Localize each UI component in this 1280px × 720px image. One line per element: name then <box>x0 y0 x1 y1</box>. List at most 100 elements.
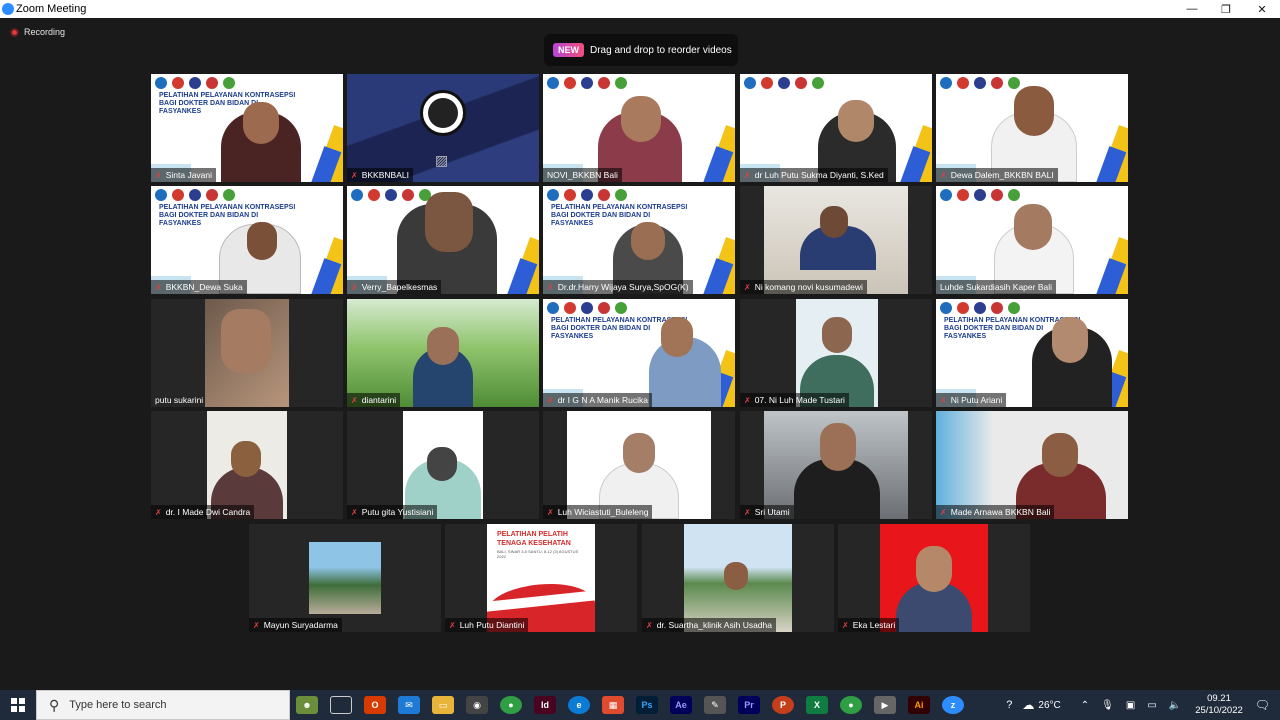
video-tile[interactable]: ✗ 07. Ni Luh Made Tustari <box>740 299 932 407</box>
poster-title: PELATIHAN PELATIH <box>497 531 568 538</box>
search-highlight-icon[interactable]: ☻ <box>296 696 318 714</box>
participant-name-tag: NOVI_BKKBN Bali <box>543 168 622 182</box>
video-tile[interactable]: ✗ Ni komang novi kusumadewi <box>740 186 932 294</box>
task-view-icon[interactable] <box>330 696 352 714</box>
participant-name-tag: ✗ dr. Suartha_klinik Asih Usadha <box>642 618 776 632</box>
edge-icon[interactable]: e <box>568 696 590 714</box>
network-icon[interactable]: ▣ <box>1126 700 1135 711</box>
weather-icon[interactable]: ☁ <box>1022 698 1034 712</box>
file-explorer-icon[interactable]: ▭ <box>432 696 454 714</box>
mic-muted-icon: ✗ <box>155 170 162 180</box>
video-tile[interactable]: PELATIHAN PELAYANAN KONTRASEPSI BAGI DOK… <box>543 299 735 407</box>
video-tile[interactable]: ✗ dr. Suartha_klinik Asih Usadha <box>642 524 834 632</box>
mail-icon[interactable]: ✉ <box>398 696 420 714</box>
participant-face <box>243 102 279 144</box>
powerpoint-icon[interactable]: P <box>772 696 794 714</box>
video-tile[interactable]: PELATIHAN PELAYANAN KONTRASEPSI BAGI DOK… <box>543 186 735 294</box>
window-title: Zoom Meeting <box>16 3 87 15</box>
participant-face <box>724 562 748 590</box>
office-icon[interactable]: O <box>364 696 386 714</box>
mic-muted-icon: ✗ <box>351 395 358 405</box>
video-tile[interactable]: ✗ Luh Wiciastuti_Buleleng <box>543 411 735 519</box>
clock-date: 25/10/2022 <box>1195 705 1243 716</box>
minimize-button[interactable]: — <box>1174 0 1210 18</box>
mic-muted-icon: ✗ <box>253 620 260 630</box>
participant-name-tag: ✗ Verry_Bapelkesmas <box>347 280 442 294</box>
video-tile[interactable]: PELATIHAN PELAYANAN KONTRASEPSI BAGI DOK… <box>151 74 343 182</box>
poster-caption: BALI, SINAR 3-5 SANTU, 8-12 (3) AGUSTUS … <box>497 549 579 559</box>
mic-muted-icon: ✗ <box>940 170 947 180</box>
taskbar-search-box[interactable]: ⚲ Type here to search <box>36 690 290 720</box>
mic-muted-icon: ✗ <box>547 507 554 517</box>
chevron-up-icon[interactable]: ⌃ <box>1081 700 1089 711</box>
app-icon[interactable]: ◉ <box>466 696 488 714</box>
video-tile[interactable]: ✗ dr Luh Putu Sukma Diyanti, S.Ked <box>740 74 932 182</box>
help-icon[interactable]: ? <box>1006 699 1012 711</box>
mic-muted-icon: ✗ <box>744 507 751 517</box>
start-button[interactable] <box>0 690 36 720</box>
participant-name-tag: putu sukarini <box>155 395 204 405</box>
premiere-icon[interactable]: Pr <box>738 696 760 714</box>
after-effects-icon[interactable]: Ae <box>670 696 692 714</box>
participant-face <box>631 222 665 260</box>
recording-indicator[interactable]: Recording <box>10 27 65 37</box>
excel-icon[interactable]: X <box>806 696 828 714</box>
volume-icon[interactable]: 🔈 <box>1169 700 1181 711</box>
participant-face <box>427 327 459 365</box>
media-player-icon[interactable]: ▶ <box>874 696 896 714</box>
participant-name-tag: ✗ Ni komang novi kusumadewi <box>740 280 867 294</box>
clock-time: 09.21 <box>1207 693 1231 704</box>
maximize-button[interactable]: ❐ <box>1208 0 1244 18</box>
participant-name-tag: ✗ diantarini <box>347 393 401 407</box>
participant-name-tag: ✗ Made Arnawa BKKBN Bali <box>936 505 1055 519</box>
video-tile[interactable]: ✗ dr. I Made Dwi Candra <box>151 411 343 519</box>
participant-name-tag: ✗ Mayun Suryadarma <box>249 618 342 632</box>
participant-face <box>1014 204 1052 250</box>
video-tile[interactable]: ✗ Verry_Bapelkesmas <box>347 186 539 294</box>
participant-face <box>221 309 271 373</box>
video-tile[interactable]: ✗ Sri Utami <box>740 411 932 519</box>
app-grid-icon[interactable]: ▦ <box>602 696 624 714</box>
mic-muted-icon: ✗ <box>155 507 162 517</box>
battery-icon[interactable]: ▭ <box>1147 700 1156 711</box>
mic-muted-icon: ✗ <box>646 620 653 630</box>
mic-muted-icon: ✗ <box>547 395 554 405</box>
participant-face <box>661 317 693 357</box>
video-tile[interactable]: putu sukarini <box>151 299 343 407</box>
microphone-icon[interactable]: 🎙 <box>1101 700 1114 711</box>
taskbar-clock[interactable]: 09.21 25/10/2022 <box>1195 693 1243 717</box>
participant-name-tag: ✗ Dr.dr.Harry Wijaya Surya,SpOG(K) <box>543 280 693 294</box>
chrome-icon[interactable]: ● <box>840 696 862 714</box>
participant-name-tag: ✗ dr. I Made Dwi Candra <box>151 505 255 519</box>
video-tile[interactable]: ✗ Eka Lestari <box>838 524 1030 632</box>
weather-temperature[interactable]: 26°C <box>1038 700 1060 711</box>
mic-muted-icon: ✗ <box>155 282 162 292</box>
close-button[interactable]: ✕ <box>1244 0 1280 18</box>
video-tile[interactable]: PELATIHAN PELAYANAN KONTRASEPSI BAGI DOK… <box>936 299 1128 407</box>
participant-name-tag: ✗ Putu gita Yustisiani <box>347 505 438 519</box>
photoshop-icon[interactable]: Ps <box>636 696 658 714</box>
system-tray: ? ☁ 26°C ⌃ 🎙 ▣ ▭ 🔈 09.21 25/10/2022 🗨 <box>1000 690 1280 720</box>
participant-face <box>838 100 874 142</box>
video-tile[interactable]: ✗ Putu gita Yustisiani <box>347 411 539 519</box>
video-tile[interactable]: ✗ diantarini <box>347 299 539 407</box>
chrome-icon[interactable]: ● <box>500 696 522 714</box>
zoom-icon[interactable]: z <box>942 696 964 714</box>
video-tile[interactable]: PELATIHAN PELATIH TENAGA KESEHATAN BALI,… <box>445 524 637 632</box>
video-tile[interactable]: ✗ Dewa Dalem_BKKBN BALI <box>936 74 1128 182</box>
video-tile[interactable]: PELATIHAN PELAYANAN KONTRASEPSI BAGI DOK… <box>151 186 343 294</box>
illustrator-icon[interactable]: Ai <box>908 696 930 714</box>
video-tile[interactable]: Luhde Sukardiasih Kaper Bali <box>936 186 1128 294</box>
video-tile[interactable]: ✗ Made Arnawa BKKBN Bali <box>936 411 1128 519</box>
participant-face <box>1052 317 1088 363</box>
video-tile[interactable]: ▨ ✗ BKKBNBALI <box>347 74 539 182</box>
banner-logos <box>155 76 339 90</box>
video-tile-active-speaker[interactable]: NOVI_BKKBN Bali <box>543 74 735 182</box>
video-tile[interactable]: ✗ Mayun Suryadarma <box>249 524 441 632</box>
mic-muted-icon: ✗ <box>744 395 751 405</box>
notifications-icon[interactable]: 🗨 <box>1255 698 1270 712</box>
record-icon <box>10 27 19 37</box>
indesign-icon[interactable]: Id <box>534 696 556 714</box>
participant-face <box>621 96 661 142</box>
app-icon[interactable]: ✎ <box>704 696 726 714</box>
